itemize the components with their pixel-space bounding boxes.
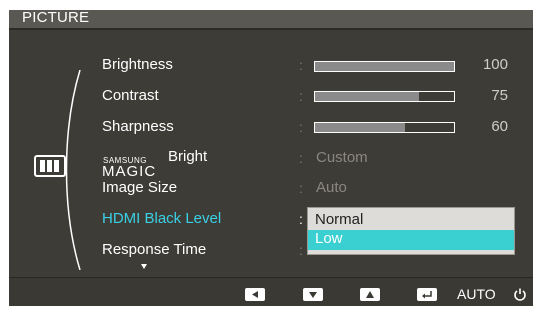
magic-logo-text: MAGIC [102,163,157,180]
response-time-separator: : [299,242,303,258]
auto-button[interactable]: AUTO [457,286,496,302]
brightness-slider[interactable] [314,61,455,72]
sharpness-label[interactable]: Sharpness [102,118,174,135]
enter-button-caret [424,306,430,311]
down-button[interactable] [303,287,323,301]
contrast-label[interactable]: Contrast [102,87,159,104]
hdmi-black-level-label[interactable]: HDMI Black Level [102,210,221,227]
up-arrow-icon [360,287,380,301]
brightness-value: 100 [482,56,508,73]
auto-button-caret [472,306,478,311]
enter-button[interactable] [417,287,437,301]
magic-bright-label[interactable]: Bright [168,148,207,165]
contrast-value: 75 [491,87,508,104]
dropdown-option-low[interactable]: Low [308,230,514,250]
enter-icon [417,287,437,301]
image-size-label[interactable]: Image Size [102,179,177,196]
chevron-down-icon [141,264,147,269]
contrast-slider-fill [315,92,420,101]
left-button[interactable] [245,287,265,301]
brightness-label[interactable]: Brightness [102,56,173,73]
sharpness-value: 60 [491,118,508,135]
magic-bright-value: Custom [316,149,368,166]
picture-menu-icon [34,155,66,177]
dropdown-option-normal[interactable]: Normal [308,211,514,231]
left-button-caret [252,306,258,311]
left-arrow-icon [245,287,265,301]
contrast-slider[interactable] [314,91,455,102]
down-button-caret [310,306,316,311]
image-size-value: Auto [316,179,347,196]
sharpness-slider-fill [315,123,406,132]
power-button[interactable] [513,287,527,301]
contrast-separator: : [299,88,303,104]
image-size-separator: : [299,180,303,196]
brightness-slider-fill [315,62,454,71]
down-arrow-icon [303,287,323,301]
response-time-label[interactable]: Response Time [102,241,206,258]
hdmi-black-level-dropdown[interactable]: Normal Low [307,207,515,255]
title-divider [9,28,533,30]
power-icon [514,288,526,301]
magic-bright-separator: : [299,150,303,166]
up-button[interactable] [360,287,380,301]
hdmi-black-level-separator: : [299,211,303,227]
sharpness-separator: : [299,119,303,135]
brightness-separator: : [299,57,303,73]
up-button-caret [367,306,373,311]
power-button-caret [518,306,524,311]
monitor-osd: PICTURE Brightness : 100 Contrast : 75 S… [0,0,542,314]
button-bar [9,278,533,306]
sharpness-slider[interactable] [314,122,455,133]
menu-title: PICTURE [22,9,90,26]
